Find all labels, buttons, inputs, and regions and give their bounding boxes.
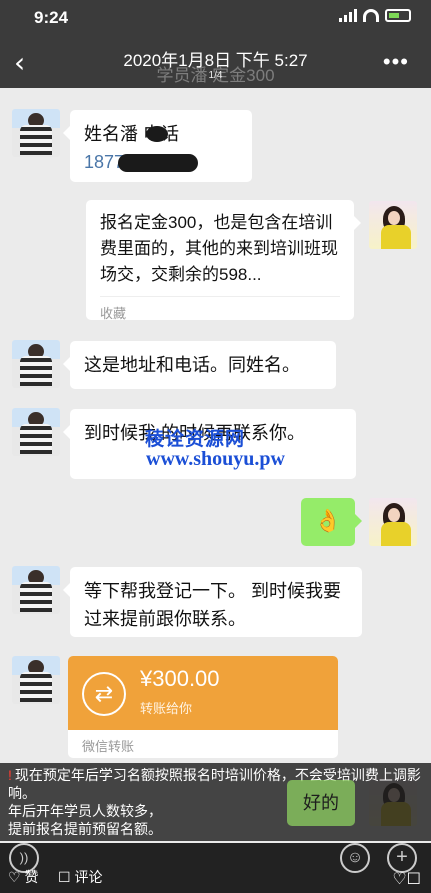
transfer-card[interactable]: ⇄ ¥300.00 转账给你 微信转账 [68, 656, 338, 758]
comment-label: 评论 [74, 869, 103, 885]
transfer-amount: ¥300.00 [140, 666, 220, 691]
contact-avatar[interactable] [12, 408, 60, 456]
avatar-body [20, 125, 52, 155]
transfer-footer: 微信转账 [82, 739, 135, 754]
like-button[interactable]: ♡ 赞 [8, 867, 38, 887]
favorite-tag: 收藏 [100, 296, 340, 323]
signal-icon [339, 9, 357, 22]
battery-icon [385, 9, 411, 22]
notice-caption: ! 现在预定年后学习名额按照报名时培训价格，不会受培训费上调影响。 年后开年学员人… [0, 763, 431, 841]
redaction-scribble [118, 154, 198, 172]
message-bubble-contact-info[interactable]: 姓名潘 电话 1877 [63, 110, 252, 182]
like-label: 赞 [24, 869, 39, 885]
notice-line: 现在预定年后学习名额按照报名时培训价格，不会受培训费上调影响。 [8, 767, 421, 801]
like-comment-icons[interactable]: ♡☐ [392, 869, 421, 889]
page-indicator: 1/4 [208, 70, 223, 81]
bottom-bar: )) ♡ 赞 ☐ 评论 ☺ + ♡☐ [0, 843, 431, 893]
avatar-face [388, 211, 400, 225]
message-text: 这是地址和电话。同姓名。 [84, 355, 300, 375]
message-bubble-favorite-note[interactable]: 报名定金300，也是包含在培训费里面的，其他的来到培训班现场交，交剩余的598.… [86, 200, 361, 323]
comment-button[interactable]: ☐ 评论 [58, 867, 102, 887]
reply-bubble[interactable]: 好的 [287, 780, 355, 826]
ok-hand-icon: 👌 [314, 508, 342, 533]
avatar-body [20, 356, 52, 386]
avatar-body [20, 672, 52, 702]
top-bar: ‹ 学员潘 定金300 2020年1月8日 下午 5:27 1/4 ••• [0, 36, 431, 88]
avatar-body [20, 582, 52, 612]
status-icons [339, 9, 411, 22]
my-avatar[interactable] [369, 498, 417, 546]
avatar-body [20, 424, 52, 454]
transfer-icon: ⇄ [82, 672, 126, 716]
contact-avatar[interactable] [12, 340, 60, 388]
message-bubble-address[interactable]: 这是地址和电话。同姓名。 [63, 341, 336, 389]
message-datetime: 2020年1月8日 下午 5:27 [123, 51, 308, 70]
message-bubble-register[interactable]: 等下帮我登记一下。 到时候我要过来提前跟你联系。 [63, 567, 362, 637]
notice-line: 提前报名提前预留名额。 [8, 821, 162, 837]
avatar-shirt [381, 522, 411, 546]
contact-avatar[interactable] [12, 109, 60, 157]
status-bar: 9:24 [0, 0, 431, 36]
more-icon[interactable]: ••• [383, 49, 409, 75]
emoji-icon[interactable]: ☺ [340, 843, 370, 873]
contact-avatar[interactable] [12, 656, 60, 704]
wifi-icon [363, 9, 379, 22]
message-text: 报名定金300，也是包含在培训费里面的，其他的来到培训班现场交，交剩余的598.… [100, 213, 338, 284]
redaction-scribble [146, 126, 168, 142]
message-text: 等下帮我登记一下。 到时候我要过来提前跟你联系。 [84, 581, 341, 629]
notice-line: 年后开年学员人数较多， [8, 803, 162, 819]
avatar-face [388, 508, 400, 522]
status-time: 9:24 [34, 8, 69, 27]
my-avatar[interactable] [369, 201, 417, 249]
transfer-subtitle: 转账给你 [140, 701, 193, 716]
transfer-card-top: ⇄ ¥300.00 转账给你 [68, 656, 338, 730]
watermark-text: 稜诠资源网 [145, 429, 246, 450]
message-bubble-ok-emoji[interactable]: 👌 [301, 498, 362, 546]
avatar-shirt [381, 225, 411, 249]
exclamation-icon: ! [8, 767, 12, 783]
watermark-url: www.shouyu.pw [146, 448, 285, 470]
contact-avatar[interactable] [12, 566, 60, 614]
